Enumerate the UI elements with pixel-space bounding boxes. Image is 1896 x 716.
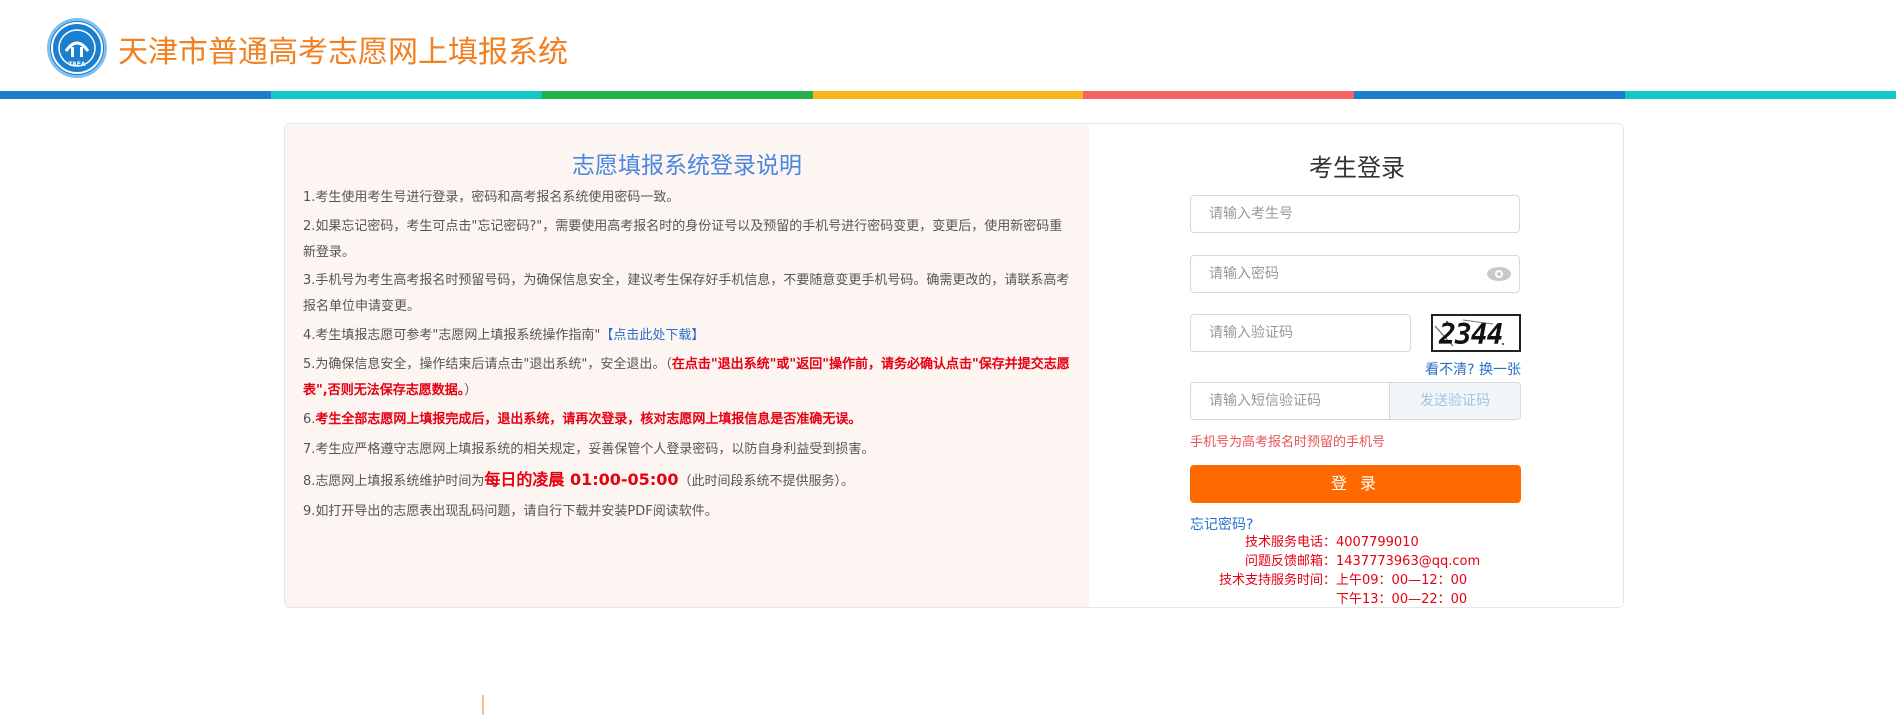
support-hours-label: 技术支持服务时间： [1218,573,1336,588]
instruction-item: 8.志愿网上填报系统维护时间为每日的凌晨 01:00-05:00（此时间段系统不… [303,466,1073,496]
support-email-label: 问题反馈邮箱： [1244,554,1336,569]
support-phone-row: 技术服务电话：4007799010 [1186,533,1480,552]
login-button[interactable]: 登 录 [1190,465,1521,503]
captcha-code: 2344 [1439,318,1503,351]
stripe-segment [541,91,813,99]
logo-text: TAEA [68,61,85,68]
support-hours-am: 上午09：00—12：00 [1336,573,1468,588]
login-title: 考生登录 [1309,154,1405,182]
instruction-item: 5.为确保信息安全，操作结束后请点击"退出系统"，安全退出。（在点击"退出系统"… [303,352,1073,404]
support-phone-value: 4007799010 [1336,535,1419,550]
instructions-panel: 志愿填报系统登录说明 1.考生使用考生号进行登录，密码和高考报名系统使用密码一致… [285,124,1089,607]
instruction-text: 8.志愿网上填报系统维护时间为 [303,474,485,489]
instruction-item: 4.考生填报志愿可参考"志愿网上填报系统操作指南"【点击此处下载】 [303,322,1073,350]
stripe-segment [1083,91,1355,99]
color-stripe [0,91,1896,99]
captcha-image[interactable]: 2344 [1431,314,1521,352]
stripe-segment [1354,91,1626,99]
support-hours-row: 技术支持服务时间：上午09：00—12：00 [1186,571,1480,590]
sms-code-input[interactable] [1190,382,1390,420]
instruction-item: 1.考生使用考生号进行登录，密码和高考报名系统使用密码一致。 [303,190,680,205]
support-email-row: 问题反馈邮箱：1437773963@qq.com [1186,552,1480,571]
instruction-text: 5.为确保信息安全，操作结束后请点击"退出系统"，安全退出。（ [303,357,672,372]
site-title: 天津市普通高考志愿网上填报系统 [118,35,568,70]
captcha-input[interactable] [1190,314,1411,352]
text-cursor-mark [482,695,484,715]
send-code-button[interactable]: 发送验证码 [1390,382,1521,420]
instruction-warning: 考生全部志愿网上填报完成后，退出系统，请再次登录，核对志愿网上填报信息是否准确无… [315,412,862,427]
maintenance-time: 每日的凌晨 01:00-05:00 [484,470,679,489]
instruction-text: （此时间段系统不提供服务）。 [678,474,854,489]
instruction-item: 9.如打开导出的志愿表出现乱码问题，请自行下载并安装PDF阅读软件。 [303,504,718,519]
taea-logo-icon: TAEA [51,22,103,74]
eye-icon[interactable] [1486,266,1512,282]
stripe-segment [1625,91,1896,99]
site-header: TAEA 天津市普通高考志愿网上填报系统 [0,0,1896,99]
instruction-item: 7.考生应严格遵守志愿网上填报系统的相关规定，妥善保管个人登录密码，以防自身利益… [303,442,875,457]
support-hours-pm: 下午13：00—22：00 [1336,592,1468,607]
instruction-item: 3.手机号为考生高考报名时预留号码，为确保信息安全，建议考生保存好手机信息，不要… [303,273,1070,314]
exam-number-input[interactable] [1190,195,1520,233]
phone-hint: 手机号为高考报名时预留的手机号 [1190,435,1386,450]
support-hours-row-pm: 下午13：00—22：00 [1186,590,1480,609]
stripe-segment [812,91,1084,99]
instructions-title: 志愿填报系统登录说明 [572,153,802,179]
refresh-captcha-link[interactable]: 看不清? 换一张 [1425,359,1521,379]
instruction-item: 6.考生全部志愿网上填报完成后，退出系统，请再次登录，核对志愿网上填报信息是否准… [303,406,1073,434]
instructions-list: 1.考生使用考生号进行登录，密码和高考报名系统使用密码一致。 2.如果忘记密码，… [303,184,1073,528]
support-email-value: 1437773963@qq.com [1336,554,1481,569]
refresh-row: 看不清? 换一张 [1190,359,1521,379]
taea-logo: TAEA [47,18,107,78]
instruction-text: ） [464,383,478,398]
stripe-segment [0,91,271,99]
support-phone-label: 技术服务电话： [1244,535,1336,550]
instruction-item: 2.如果忘记密码，考生可点击"忘记密码?"，需要使用高考报名时的身份证号以及预留… [303,219,1063,260]
instruction-text: 6. [303,412,316,427]
stripe-segment [270,91,542,99]
forgot-password-link[interactable]: 忘记密码? [1190,514,1253,534]
password-input[interactable] [1190,255,1520,293]
download-guide-link[interactable]: 【点击此处下载】 [600,328,704,343]
instruction-text: 4.考生填报志愿可参考"志愿网上填报系统操作指南" [303,328,601,343]
support-info: 技术服务电话：4007799010 问题反馈邮箱：1437773963@qq.c… [1186,533,1480,609]
